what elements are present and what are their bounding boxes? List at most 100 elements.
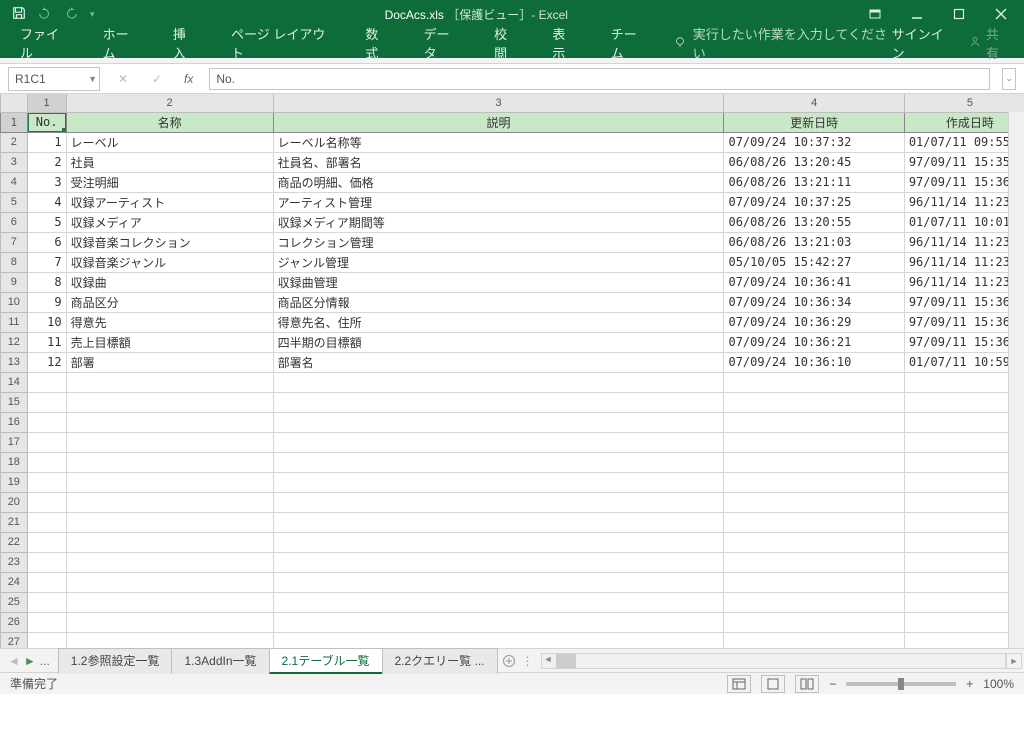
column-header[interactable]: 5 xyxy=(904,94,1024,112)
qat-customize-icon[interactable]: ▾ xyxy=(90,9,95,20)
row-header[interactable]: 19 xyxy=(1,472,28,492)
cell[interactable]: 収録音楽コレクション xyxy=(66,232,273,252)
ribbon-display-icon[interactable] xyxy=(858,3,892,25)
cell[interactable] xyxy=(27,432,66,452)
cell[interactable]: 収録アーティスト xyxy=(66,192,273,212)
row-header[interactable]: 8 xyxy=(1,252,28,272)
row-header[interactable]: 2 xyxy=(1,132,28,152)
cell[interactable]: 得意先名、住所 xyxy=(273,312,724,332)
page-break-view-icon[interactable] xyxy=(795,675,819,693)
cell[interactable] xyxy=(66,552,273,572)
cell[interactable] xyxy=(273,592,724,612)
cell[interactable]: 四半期の目標額 xyxy=(273,332,724,352)
new-sheet-button[interactable] xyxy=(497,654,521,668)
page-layout-view-icon[interactable] xyxy=(761,675,785,693)
signin-button[interactable]: サインイン xyxy=(892,24,954,62)
sheet-tab[interactable]: 1.3AddIn一覧 xyxy=(171,648,269,674)
select-all-cell[interactable] xyxy=(1,94,28,112)
normal-view-icon[interactable] xyxy=(727,675,751,693)
scroll-left-icon[interactable]: ◄ xyxy=(544,654,553,664)
scroll-right-icon[interactable]: ► xyxy=(1006,653,1022,669)
cell[interactable]: 収録曲 xyxy=(66,272,273,292)
cell[interactable]: レーベル名称等 xyxy=(273,132,724,152)
cell[interactable] xyxy=(904,552,1024,572)
cell[interactable] xyxy=(273,472,724,492)
cell[interactable]: 商品の明細、価格 xyxy=(273,172,724,192)
cell[interactable]: 収録メディア xyxy=(66,212,273,232)
cell[interactable]: 8 xyxy=(27,272,66,292)
cell[interactable]: 収録音楽ジャンル xyxy=(66,252,273,272)
cell[interactable]: 07/09/24 10:36:10 xyxy=(724,352,904,372)
cell[interactable] xyxy=(66,512,273,532)
cancel-formula-icon[interactable]: ✕ xyxy=(112,68,134,90)
cell[interactable] xyxy=(904,532,1024,552)
chevron-down-icon[interactable]: ▼ xyxy=(88,74,97,84)
sheet-tab[interactable]: 1.2参照設定一覧 xyxy=(58,648,173,674)
cell[interactable] xyxy=(27,592,66,612)
cell[interactable] xyxy=(724,392,904,412)
cell[interactable]: 得意先 xyxy=(66,312,273,332)
cell[interactable] xyxy=(27,632,66,648)
table-header-cell[interactable]: 名称 xyxy=(66,112,273,132)
cell[interactable] xyxy=(27,612,66,632)
cell[interactable]: 07/09/24 10:37:25 xyxy=(724,192,904,212)
cell[interactable]: 07/09/24 10:36:29 xyxy=(724,312,904,332)
cell[interactable] xyxy=(273,552,724,572)
cell[interactable] xyxy=(273,412,724,432)
tab-formulas[interactable]: 数式 xyxy=(357,20,397,66)
cell[interactable]: 収録メディア期間等 xyxy=(273,212,724,232)
cell[interactable] xyxy=(66,632,273,648)
row-header[interactable]: 3 xyxy=(1,152,28,172)
row-header[interactable]: 18 xyxy=(1,452,28,472)
cell[interactable] xyxy=(27,552,66,572)
cell[interactable] xyxy=(66,532,273,552)
row-header[interactable]: 22 xyxy=(1,532,28,552)
cell[interactable] xyxy=(27,512,66,532)
cell[interactable] xyxy=(273,532,724,552)
sheet-tab[interactable]: 2.2クエリー覧 ... xyxy=(382,648,498,674)
cell[interactable]: 96/11/14 11:23: xyxy=(904,192,1024,212)
cell[interactable]: 97/09/11 15:35: xyxy=(904,152,1024,172)
cell[interactable] xyxy=(724,472,904,492)
cell[interactable] xyxy=(904,592,1024,612)
row-header[interactable]: 25 xyxy=(1,592,28,612)
cell[interactable] xyxy=(724,592,904,612)
table-header-cell[interactable]: 作成日時 xyxy=(904,112,1024,132)
horizontal-scrollbar[interactable]: ◄ ► xyxy=(541,653,1006,669)
cell[interactable]: 97/09/11 15:36: xyxy=(904,292,1024,312)
enter-formula-icon[interactable]: ✓ xyxy=(146,68,168,90)
cell[interactable]: 2 xyxy=(27,152,66,172)
cell[interactable] xyxy=(724,532,904,552)
row-header[interactable]: 11 xyxy=(1,312,28,332)
cell[interactable]: 07/09/24 10:36:34 xyxy=(724,292,904,312)
cell[interactable] xyxy=(27,452,66,472)
cell[interactable]: 01/07/11 10:01: xyxy=(904,212,1024,232)
maximize-icon[interactable] xyxy=(942,3,976,25)
row-header[interactable]: 21 xyxy=(1,512,28,532)
cell[interactable] xyxy=(904,472,1024,492)
column-header[interactable]: 1 xyxy=(27,94,66,112)
cell[interactable]: 07/09/24 10:37:32 xyxy=(724,132,904,152)
cell[interactable] xyxy=(273,452,724,472)
table-header-cell[interactable]: 説明 xyxy=(273,112,724,132)
tab-split-handle[interactable]: ⋮ xyxy=(521,654,535,668)
cell[interactable]: 商品区分情報 xyxy=(273,292,724,312)
cell[interactable]: 05/10/05 15:42:27 xyxy=(724,252,904,272)
row-header[interactable]: 4 xyxy=(1,172,28,192)
row-header[interactable]: 24 xyxy=(1,572,28,592)
cell[interactable]: 商品区分 xyxy=(66,292,273,312)
cell[interactable]: 97/09/11 15:36: xyxy=(904,332,1024,352)
row-header[interactable]: 14 xyxy=(1,372,28,392)
zoom-in-button[interactable]: + xyxy=(966,677,973,691)
undo-icon[interactable] xyxy=(38,6,52,23)
cell[interactable]: アーティスト管理 xyxy=(273,192,724,212)
cell[interactable]: 01/07/11 09:55: xyxy=(904,132,1024,152)
cell[interactable]: 9 xyxy=(27,292,66,312)
row-header[interactable]: 13 xyxy=(1,352,28,372)
cell[interactable] xyxy=(904,452,1024,472)
zoom-level[interactable]: 100% xyxy=(983,677,1014,691)
column-header[interactable]: 3 xyxy=(273,94,724,112)
sheet-nav-first-icon[interactable]: ◄ xyxy=(8,654,20,668)
cell[interactable] xyxy=(66,592,273,612)
column-header[interactable]: 4 xyxy=(724,94,904,112)
